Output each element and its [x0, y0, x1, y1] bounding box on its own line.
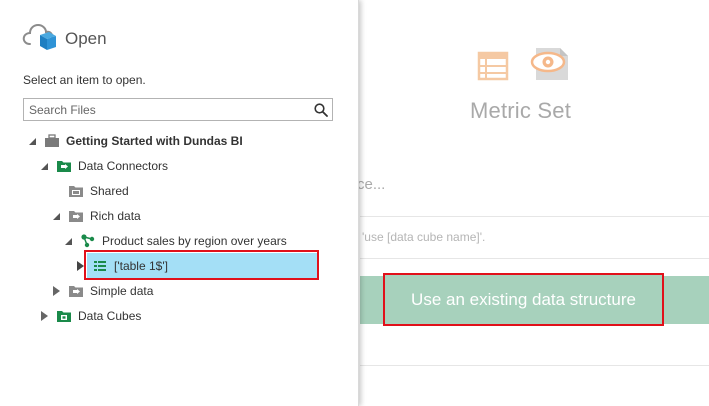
panel-title: Open — [65, 29, 107, 48]
search-icon[interactable] — [310, 99, 332, 120]
collapsed-arrow-icon[interactable] — [38, 310, 50, 322]
data-connector-folder-icon — [56, 158, 72, 174]
collapsed-arrow-icon[interactable] — [50, 285, 62, 297]
tree-item-data-cubes[interactable]: Data Cubes — [38, 305, 141, 327]
tree-label: Rich data — [90, 209, 141, 223]
search-box — [23, 98, 333, 121]
expanded-arrow-icon[interactable] — [50, 210, 62, 222]
folder-icon — [68, 208, 84, 224]
open-panel: Open Select an item to open. Getting Sta… — [0, 0, 359, 406]
tree-item-shared[interactable]: Shared — [50, 180, 129, 202]
folder-icon — [68, 283, 84, 299]
cloud-icon — [22, 22, 58, 57]
tree-label: Data Cubes — [78, 309, 142, 323]
tree-item-data-connectors[interactable]: Data Connectors — [38, 155, 168, 177]
use-existing-data-structure-button[interactable]: Use an existing data structure — [383, 273, 664, 326]
tree-item-simple-data[interactable]: Simple data — [50, 280, 153, 302]
search-input[interactable] — [24, 99, 310, 120]
tree-item-product-sales[interactable]: Product sales by region over years — [62, 230, 287, 252]
panel-header: Open — [22, 22, 107, 57]
separator — [360, 216, 709, 217]
tree-label: Product sales by region over years — [102, 234, 287, 248]
tree-label: Shared — [90, 184, 129, 198]
select-item-prompt: Select an item to open. — [23, 73, 146, 87]
eye-view-icon — [526, 44, 572, 89]
separator — [360, 258, 709, 259]
tree-label: Simple data — [90, 284, 154, 298]
expanded-arrow-icon[interactable] — [26, 135, 38, 147]
tree-label: Data Connectors — [78, 159, 169, 173]
folder-icon — [68, 183, 84, 199]
tree-item-rich-data[interactable]: Rich data — [50, 205, 141, 227]
metric-set-title: Metric Set — [470, 98, 572, 123]
data-structure-icon — [80, 233, 96, 249]
tree-item-project[interactable]: Getting Started with Dundas BI — [26, 130, 243, 152]
project-briefcase-icon — [44, 133, 60, 149]
expanded-arrow-icon[interactable] — [62, 235, 74, 247]
tree-label: Getting Started with Dundas BI — [66, 134, 243, 148]
expanded-arrow-icon[interactable] — [38, 160, 50, 172]
separator — [360, 365, 709, 366]
highlight-frame — [84, 250, 319, 280]
data-cube-icon — [56, 308, 72, 324]
toggle-placeholder — [50, 185, 62, 197]
hint-text: g 'use [data cube name]'. — [352, 230, 486, 244]
